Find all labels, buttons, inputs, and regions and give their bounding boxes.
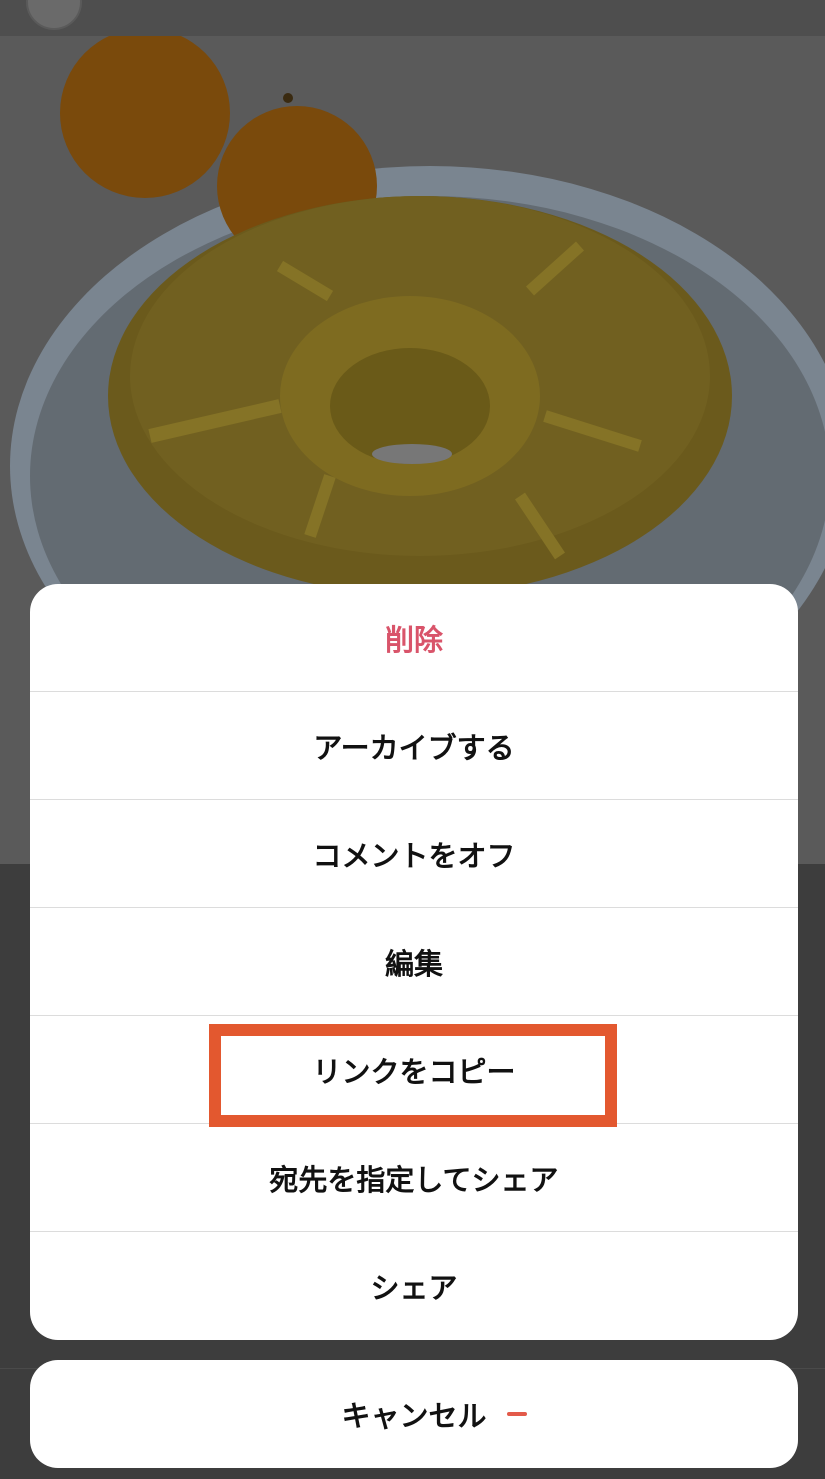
edit-button[interactable]: 編集 [30,908,798,1016]
annotation-mark [507,1412,527,1416]
highlight-annotation [209,1024,617,1127]
cancel-button[interactable]: キャンセル [30,1360,798,1468]
avatar [26,0,82,30]
delete-button[interactable]: 削除 [30,584,798,692]
share-button[interactable]: シェア [30,1232,798,1340]
action-sheet: 削除 アーカイブする コメントをオフ 編集 リンクをコピー 宛先を指定してシェア… [30,584,798,1340]
cancel-label: キャンセル [341,1399,487,1433]
turn-off-comments-button[interactable]: コメントをオフ [30,800,798,908]
post-header [0,0,825,36]
archive-button[interactable]: アーカイブする [30,692,798,800]
share-to-button[interactable]: 宛先を指定してシェア [30,1124,798,1232]
